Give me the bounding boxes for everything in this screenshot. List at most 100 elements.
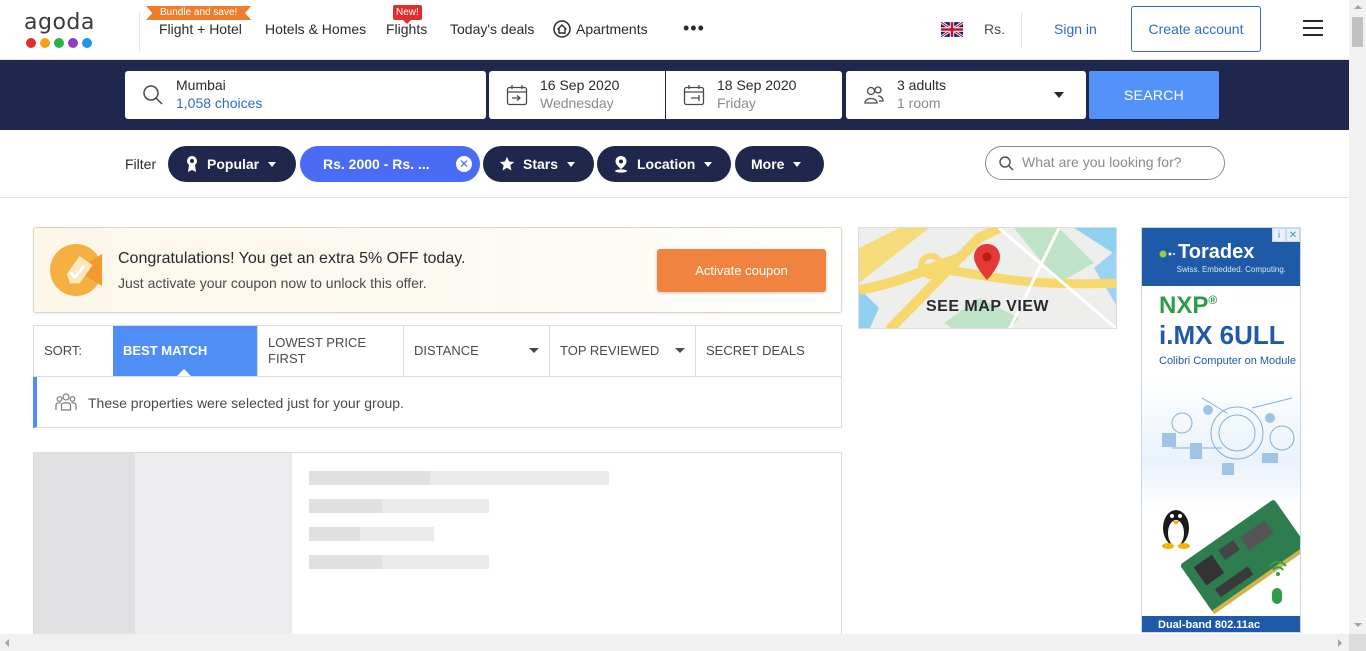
top-navigation: agoda Bundle and save! Flight + Hotel Ho… xyxy=(0,0,1349,60)
scroll-left-arrow-icon[interactable] xyxy=(5,639,9,647)
property-search-input[interactable] xyxy=(1022,154,1212,170)
checkin-field[interactable]: 16 Sep 2020 Wednesday xyxy=(489,71,665,119)
currency-selector[interactable]: Rs. xyxy=(984,21,1005,37)
ad-choices[interactable]: i ✕ xyxy=(1272,228,1300,242)
checkin-date: 16 Sep 2020 xyxy=(540,77,620,93)
group-icon xyxy=(55,393,77,411)
filter-stars[interactable]: Stars xyxy=(483,146,594,182)
caret-down-icon xyxy=(529,348,539,353)
ad-module-illustration xyxy=(1162,397,1300,615)
ad-tagline: Swiss. Embedded. Computing. xyxy=(1176,265,1286,274)
checkout-field[interactable]: 18 Sep 2020 Friday xyxy=(666,71,842,119)
skeleton-line xyxy=(309,499,489,513)
horizontal-scrollbar[interactable] xyxy=(0,634,1366,651)
star-icon xyxy=(499,156,515,171)
filter-price[interactable]: Rs. 2000 - Rs. ... ✕ xyxy=(300,146,480,182)
see-map-view-label: SEE MAP VIEW xyxy=(925,298,1050,315)
ad-info-icon[interactable]: i xyxy=(1272,228,1286,242)
chevron-down-icon xyxy=(1054,92,1064,98)
sign-in-link[interactable]: Sign in xyxy=(1054,21,1097,37)
filter-location[interactable]: Location xyxy=(597,146,731,182)
sort-top-reviewed-label: TOP REVIEWED xyxy=(560,343,660,358)
sort-top-reviewed[interactable]: TOP REVIEWED xyxy=(550,326,696,376)
ad-nxp-text: NXP xyxy=(1159,292,1209,319)
award-icon xyxy=(187,156,197,172)
skeleton-image-primary xyxy=(34,453,135,643)
map-preview[interactable]: SEE MAP VIEW xyxy=(858,227,1117,329)
checkout-date: 18 Sep 2020 xyxy=(717,77,797,93)
nav-apartments[interactable]: Apartments xyxy=(576,21,648,37)
create-account-button[interactable]: Create account xyxy=(1131,6,1261,52)
scroll-right-arrow-icon[interactable] xyxy=(1338,639,1342,647)
group-note-text: These properties were selected just for … xyxy=(88,395,404,411)
apartment-icon xyxy=(553,20,571,38)
logo-dot-green xyxy=(54,38,64,48)
vertical-scrollbar[interactable] xyxy=(1349,0,1366,634)
filter-popular-label: Popular xyxy=(207,156,260,172)
nav-more-menu[interactable]: ••• xyxy=(683,18,705,39)
filter-stars-label: Stars xyxy=(523,156,559,172)
advertisement[interactable]: Toradex Swiss. Embedded. Computing. i ✕ … xyxy=(1141,227,1301,633)
vertical-scroll-thumb[interactable] xyxy=(1352,17,1363,47)
nav-flights[interactable]: Flights xyxy=(386,21,427,37)
logo-dot-red xyxy=(26,38,36,48)
nav-divider xyxy=(139,12,140,52)
skeleton-image-secondary xyxy=(135,453,292,643)
page: agoda Bundle and save! Flight + Hotel Ho… xyxy=(0,0,1366,651)
location-pin-icon xyxy=(615,156,627,173)
guests-icon xyxy=(864,86,884,104)
sort-secret-deals[interactable]: SECRET DEALS xyxy=(696,326,841,376)
logo-dot-purple xyxy=(68,38,78,48)
caret-down-icon xyxy=(675,348,685,353)
clear-price-filter-icon[interactable]: ✕ xyxy=(456,156,472,172)
agoda-logo[interactable]: agoda xyxy=(24,10,104,52)
scroll-down-arrow-icon[interactable] xyxy=(1354,623,1362,627)
property-search-box[interactable] xyxy=(985,146,1225,180)
toradex-logo-icon xyxy=(1159,250,1175,258)
sort-best-match[interactable]: BEST MATCH xyxy=(113,326,258,376)
ad-footer: Dual-band 802.11ac xyxy=(1142,616,1300,632)
guests-rooms: 1 room xyxy=(897,95,941,111)
filter-price-label: Rs. 2000 - Rs. ... xyxy=(323,156,430,172)
sort-lowest-price[interactable]: LOWEST PRICE FIRST xyxy=(258,326,404,376)
ad-subtitle: Colibri Computer on Module xyxy=(1159,355,1296,367)
coupon-subtitle: Just activate your coupon now to unlock … xyxy=(118,275,427,291)
search-bar: Mumbai 1,058 choices 16 Sep 2020 Wednesd… xyxy=(0,60,1349,130)
skeleton-line xyxy=(309,555,489,569)
filter-popular[interactable]: Popular xyxy=(168,146,296,182)
nav-flight-hotel[interactable]: Flight + Hotel xyxy=(159,21,242,37)
search-button[interactable]: SEARCH xyxy=(1089,71,1219,119)
filter-location-label: Location xyxy=(637,156,696,172)
nav-todays-deals[interactable]: Today's deals xyxy=(450,21,534,37)
ad-product: i.MX 6ULL xyxy=(1159,320,1285,350)
calendar-checkout-icon xyxy=(683,85,705,106)
ad-close-icon[interactable]: ✕ xyxy=(1286,228,1300,242)
ad-nxp: NXP® xyxy=(1159,292,1218,319)
sort-distance[interactable]: DISTANCE xyxy=(404,326,550,376)
destination-field[interactable]: Mumbai 1,058 choices xyxy=(125,71,486,119)
scroll-up-arrow-icon[interactable] xyxy=(1354,5,1362,9)
hamburger-menu-icon[interactable] xyxy=(1303,20,1323,38)
sort-bar: SORT: BEST MATCH LOWEST PRICE FIRST DIST… xyxy=(33,325,842,377)
filter-label: Filter xyxy=(125,156,157,172)
logo-dot-orange xyxy=(40,38,50,48)
uk-flag-icon[interactable] xyxy=(941,22,963,37)
caret-down-icon xyxy=(793,161,802,167)
coupon-tag-icon xyxy=(50,244,102,296)
coupon-banner: Congratulations! You get an extra 5% OFF… xyxy=(33,227,842,313)
activate-coupon-button[interactable]: Activate coupon xyxy=(657,249,826,292)
destination-choices: 1,058 choices xyxy=(176,95,263,111)
bundle-badge: Bundle and save! xyxy=(146,6,252,20)
sort-label: SORT: xyxy=(34,326,114,376)
caret-down-icon xyxy=(704,161,713,167)
linux-penguin-icon xyxy=(1162,510,1190,549)
logo-dot-blue xyxy=(82,38,92,48)
guests-field[interactable]: 3 adults 1 room xyxy=(846,71,1086,119)
search-icon xyxy=(143,85,163,105)
sort-distance-label: DISTANCE xyxy=(414,343,479,358)
skeleton-line xyxy=(309,471,609,485)
search-icon xyxy=(999,156,1014,171)
filter-more-label: More xyxy=(751,156,785,172)
nav-hotels-homes[interactable]: Hotels & Homes xyxy=(265,21,366,37)
filter-more[interactable]: More xyxy=(735,146,824,182)
